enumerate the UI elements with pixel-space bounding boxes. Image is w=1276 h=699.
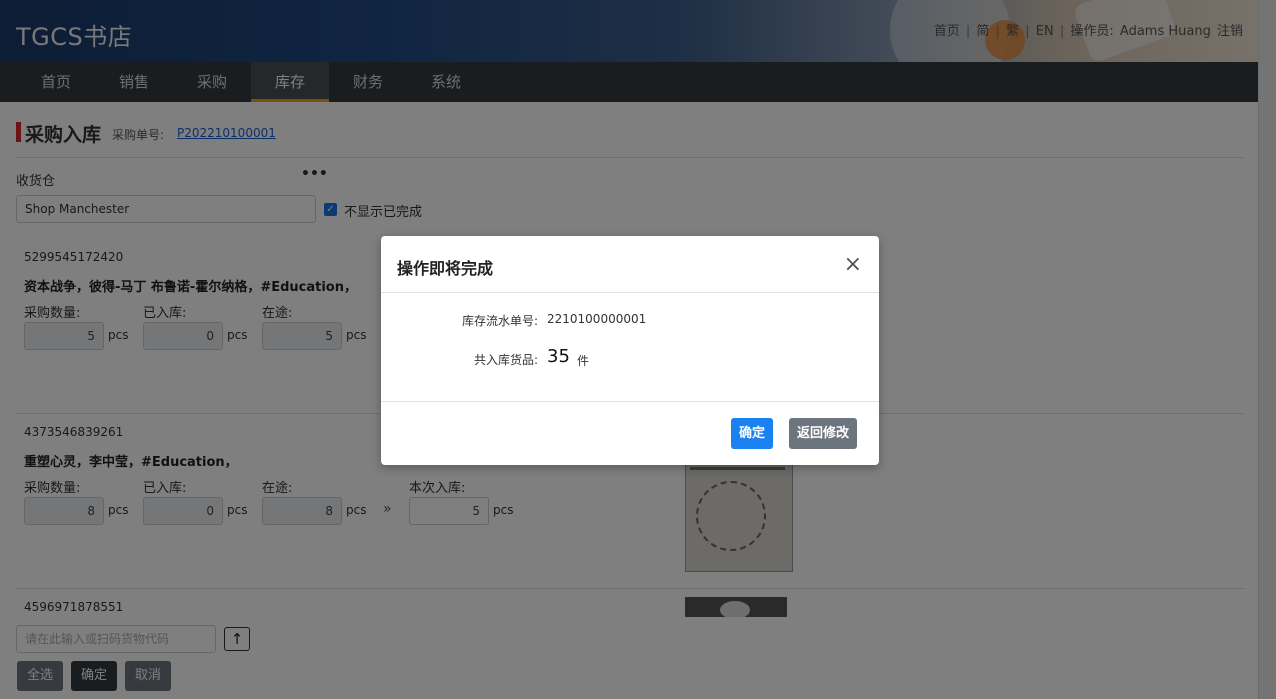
dialog-confirm-button[interactable]: 确定 <box>731 418 774 449</box>
close-icon[interactable]: × <box>844 254 862 276</box>
dialog-back-button[interactable]: 返回修改 <box>789 418 858 449</box>
flow-number-label: 库存流水单号: <box>461 314 538 328</box>
divider <box>381 292 879 293</box>
confirm-dialog: 操作即将完成 × 库存流水单号: 2210100000001 共入库货品: 35… <box>381 236 879 465</box>
flow-number-value: 2210100000001 <box>547 312 647 326</box>
total-items-count: 35 <box>547 346 570 367</box>
dialog-title: 操作即将完成 <box>397 259 494 278</box>
total-items-unit: 件 <box>577 354 590 368</box>
divider <box>381 401 879 402</box>
total-items-label: 共入库货品: <box>473 353 538 367</box>
